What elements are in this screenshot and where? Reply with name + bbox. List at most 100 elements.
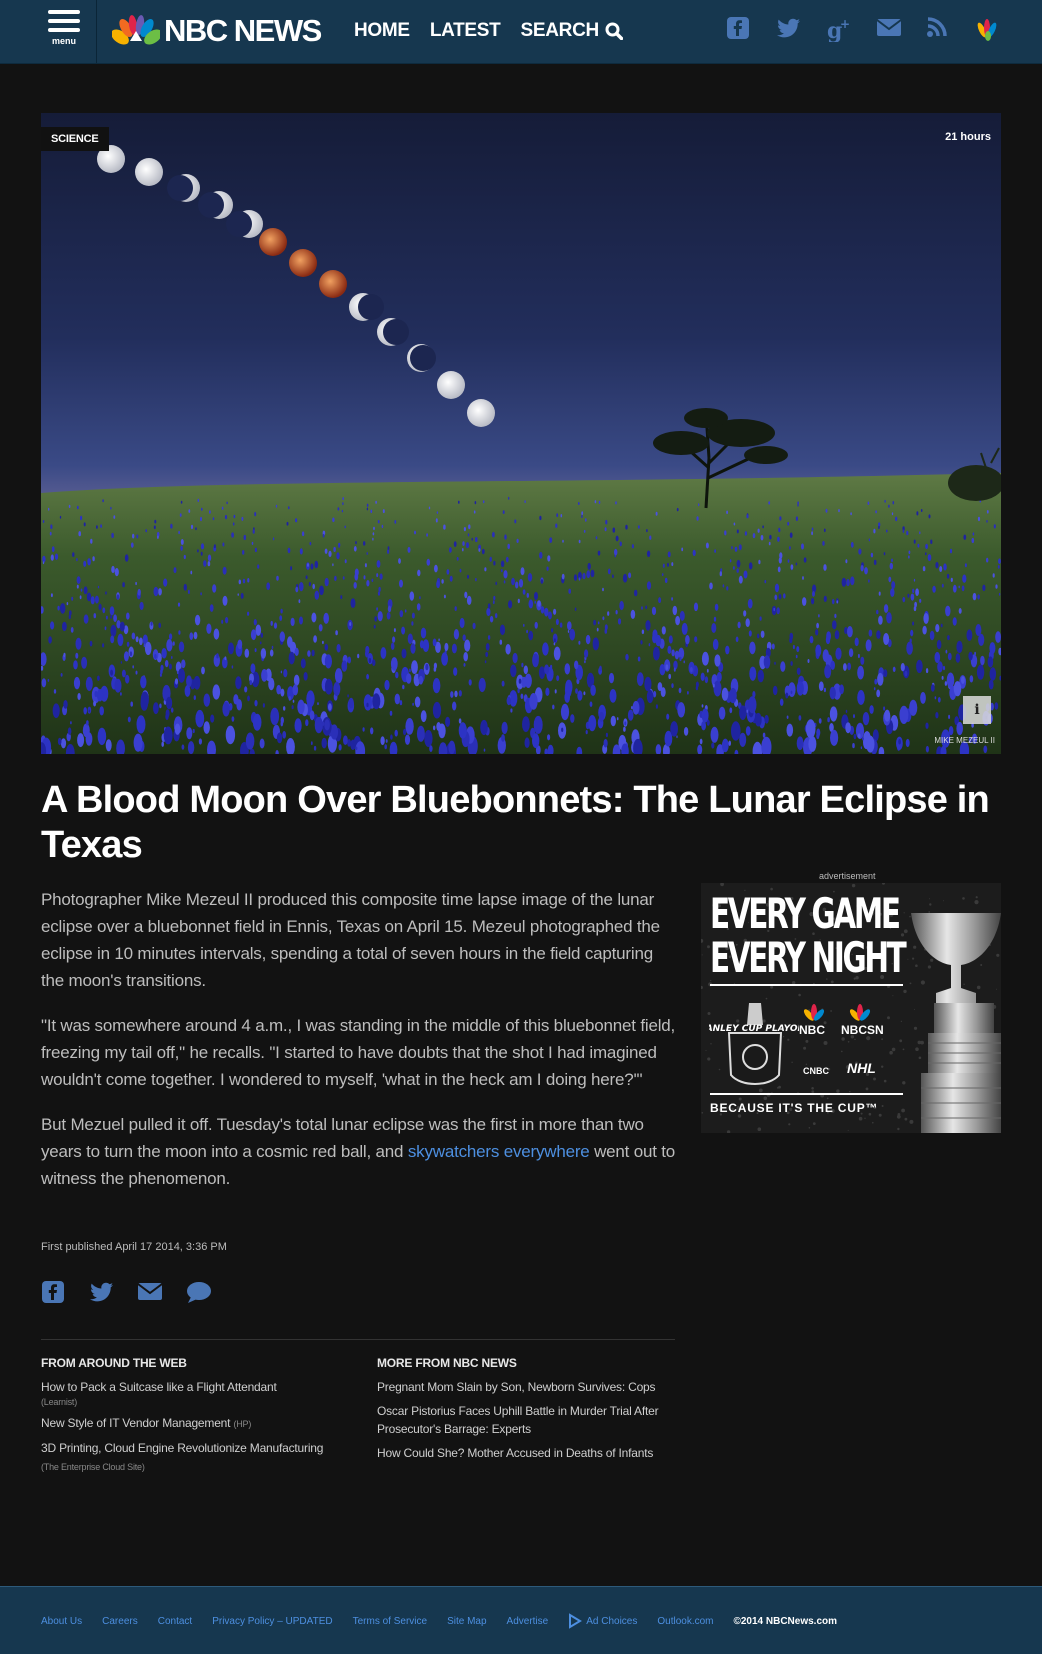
bluebonnet [570, 714, 575, 723]
bluebonnet [393, 628, 396, 633]
bluebonnet [376, 607, 378, 611]
footer-link-sitemap[interactable]: Site Map [447, 1616, 486, 1627]
peacock-icon[interactable] [976, 16, 1002, 42]
bluebonnet [133, 733, 143, 752]
bluebonnet [920, 692, 926, 704]
rss-icon[interactable] [926, 16, 952, 42]
bluebonnet [521, 662, 524, 668]
around-web-item[interactable]: New Style of IT Vendor Management (HP) [41, 1414, 341, 1433]
around-web-item[interactable]: 3D Printing, Cloud Engine Revolutionize … [41, 1439, 341, 1476]
footer-links: About Us Careers Contact Privacy Policy … [41, 1613, 837, 1629]
bluebonnet [677, 702, 686, 718]
bluebonnet [514, 519, 517, 524]
more-nbc-item[interactable]: Pregnant Mom Slain by Son, Newborn Survi… [377, 1378, 677, 1396]
footer-link-privacy[interactable]: Privacy Policy – UPDATED [212, 1616, 332, 1627]
ad-texture-dot [881, 1105, 884, 1107]
twitter-icon[interactable] [89, 1280, 117, 1306]
bluebonnet [919, 531, 921, 535]
bluebonnet [247, 578, 250, 583]
bluebonnet [287, 636, 293, 648]
bluebonnet [598, 500, 601, 504]
bluebonnet [612, 574, 614, 578]
bluebonnet [728, 740, 731, 746]
bluebonnet [330, 724, 339, 740]
bluebonnet [418, 675, 424, 685]
bluebonnet [787, 521, 790, 526]
bluebonnet [100, 524, 102, 528]
bluebonnet [474, 501, 477, 505]
comment-icon[interactable] [185, 1280, 213, 1306]
bluebonnet [113, 515, 116, 519]
bluebonnet [310, 741, 313, 746]
bluebonnet [50, 593, 53, 598]
bluebonnet [826, 631, 831, 641]
footer-link-careers[interactable]: Careers [102, 1616, 138, 1627]
footer-link-advertise[interactable]: Advertise [507, 1616, 549, 1627]
ad-texture-dot [881, 1065, 884, 1068]
more-nbc-item[interactable]: How Could She? Mother Accused in Deaths … [377, 1444, 677, 1462]
main-nav: HOME LATEST SEARCH [354, 20, 623, 42]
moon-shadow [383, 319, 409, 345]
info-button[interactable]: i [963, 696, 991, 724]
bluebonnet [93, 613, 97, 619]
advertisement-label: advertisement [819, 871, 876, 881]
facebook-icon[interactable] [41, 1280, 69, 1306]
bluebonnet [363, 541, 366, 546]
bluebonnet [387, 549, 390, 554]
bluebonnet [308, 582, 311, 587]
bluebonnet [927, 554, 932, 562]
bluebonnet [288, 506, 290, 510]
footer-link-about[interactable]: About Us [41, 1616, 82, 1627]
bluebonnet [604, 628, 608, 634]
bluebonnet [441, 652, 448, 666]
ad-texture-dot [873, 1077, 876, 1081]
email-icon[interactable] [137, 1280, 165, 1306]
menu-button[interactable]: menu [40, 8, 88, 58]
nbc-news-logo[interactable]: NBC NEWS [112, 13, 322, 48]
bluebonnet [68, 614, 71, 620]
facebook-icon[interactable] [726, 16, 752, 42]
twitter-icon[interactable] [776, 16, 802, 42]
footer-link-terms[interactable]: Terms of Service [353, 1616, 427, 1627]
bluebonnet [949, 548, 953, 554]
skywatchers-link[interactable]: skywatchers everywhere [408, 1142, 590, 1161]
section-tag[interactable]: SCIENCE [41, 127, 109, 151]
bluebonnet [398, 558, 401, 564]
email-icon[interactable] [876, 16, 902, 42]
bluebonnet [354, 568, 359, 577]
bluebonnet [404, 734, 411, 745]
bluebonnet [785, 692, 789, 699]
footer-link-contact[interactable]: Contact [158, 1616, 192, 1627]
bluebonnet [122, 582, 125, 588]
bluebonnet [534, 600, 536, 604]
more-nbc-item[interactable]: Oscar Pistorius Faces Uphill Battle in M… [377, 1402, 677, 1438]
bluebonnet [670, 721, 678, 737]
ad-texture-dot [896, 1114, 901, 1119]
nav-home[interactable]: HOME [354, 20, 410, 42]
hero-image[interactable]: SCIENCE 21 hours i MIKE MEZEUL II [41, 113, 1001, 754]
google-plus-icon[interactable]: g + [826, 16, 852, 44]
footer-link-ad-choices[interactable]: Ad Choices [568, 1613, 637, 1629]
bluebonnet [823, 564, 827, 571]
nav-latest[interactable]: LATEST [430, 20, 501, 42]
advertisement-banner[interactable]: EVERY GAME EVERY NIGHT STANLEY CUP PLAYO… [701, 883, 1001, 1133]
bluebonnet [529, 693, 538, 710]
bluebonnet [453, 667, 458, 676]
around-web-item[interactable]: How to Pack a Suitcase like a Flight Att… [41, 1378, 341, 1408]
nav-search[interactable]: SEARCH [521, 20, 623, 42]
ad-texture-dot [803, 1046, 807, 1050]
bluebonnet [593, 619, 596, 626]
bluebonnet [946, 573, 950, 579]
bluebonnet [532, 733, 540, 749]
bluebonnet [925, 543, 928, 550]
bluebonnet [344, 525, 346, 529]
bluebonnet [665, 664, 669, 671]
bluebonnet [696, 516, 699, 521]
bluebonnet [796, 736, 804, 750]
bluebonnet [275, 504, 278, 508]
bluebonnet [492, 600, 495, 605]
bluebonnet [290, 566, 293, 571]
bluebonnet [153, 525, 156, 530]
bluebonnet [963, 534, 967, 540]
footer-link-outlook[interactable]: Outlook.com [657, 1616, 713, 1627]
